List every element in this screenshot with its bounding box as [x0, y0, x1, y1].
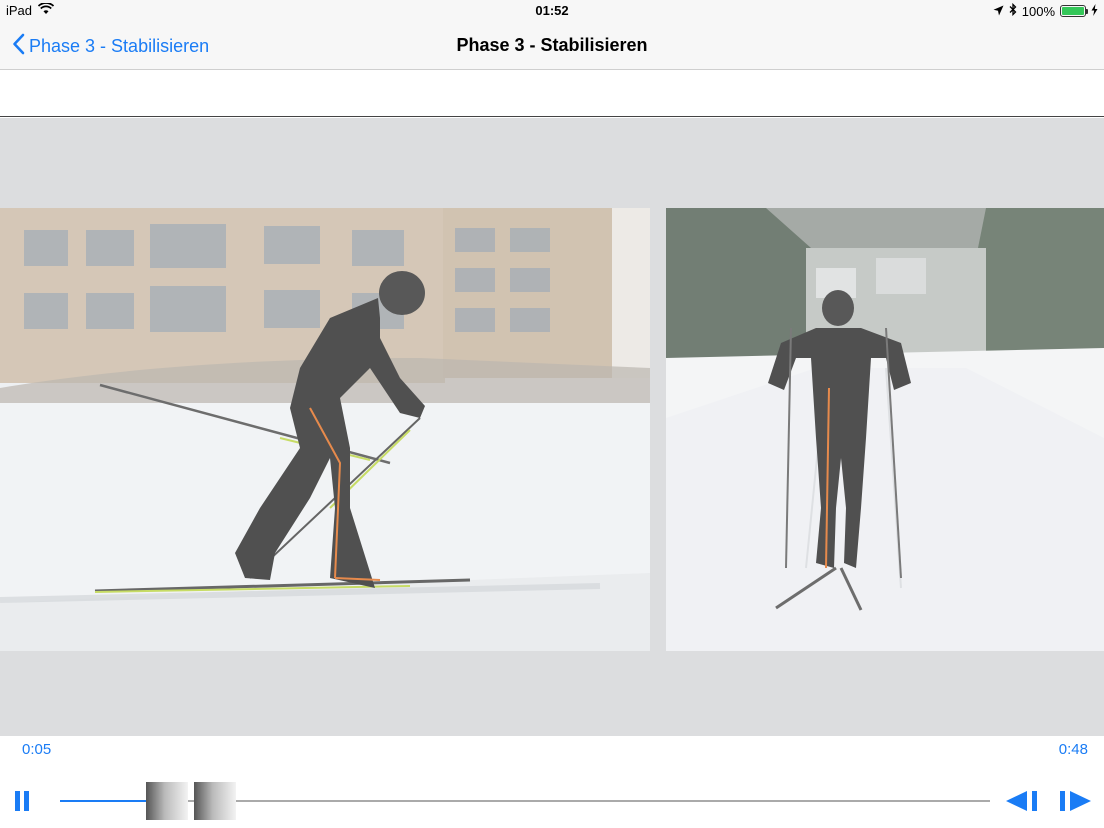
status-bar: iPad 01:52 100%	[0, 0, 1104, 22]
navigation-bar: Phase 3 - Stabilisieren Phase 3 - Stabil…	[0, 22, 1104, 70]
battery-icon	[1060, 5, 1088, 17]
step-back-icon	[1006, 791, 1037, 811]
time-row: 0:05 0:48	[0, 736, 1104, 766]
previous-step-button[interactable]	[1005, 790, 1041, 812]
playback-controls	[0, 770, 1104, 828]
location-icon	[993, 4, 1004, 19]
scrubber-thumbnail	[194, 782, 236, 820]
video-frame-front-view	[666, 208, 1104, 651]
current-time-label: 0:05	[22, 741, 52, 758]
scrubber-progress	[60, 800, 157, 802]
total-time-label: 0:48	[1058, 741, 1088, 758]
charging-icon	[1091, 3, 1098, 19]
next-step-button[interactable]	[1058, 790, 1094, 812]
battery-percent: 100%	[1021, 3, 1055, 19]
video-frame-side-view	[0, 208, 650, 651]
page-title: Phase 3 - Stabilisieren	[456, 35, 648, 55]
status-time: 01:52	[535, 3, 569, 18]
bluetooth-icon	[1009, 2, 1017, 19]
pause-icon	[15, 791, 29, 811]
battery-fill	[1062, 7, 1084, 15]
side-view-skier-image	[0, 208, 650, 651]
step-forward-icon	[1060, 791, 1091, 811]
video-player[interactable]	[0, 118, 1104, 736]
front-view-skier-image	[666, 208, 1104, 651]
pause-button[interactable]	[13, 790, 33, 812]
scrubber-thumbnail-handle[interactable]	[146, 782, 188, 820]
header-spacer	[0, 70, 1104, 117]
status-right: 100%	[993, 2, 1098, 19]
